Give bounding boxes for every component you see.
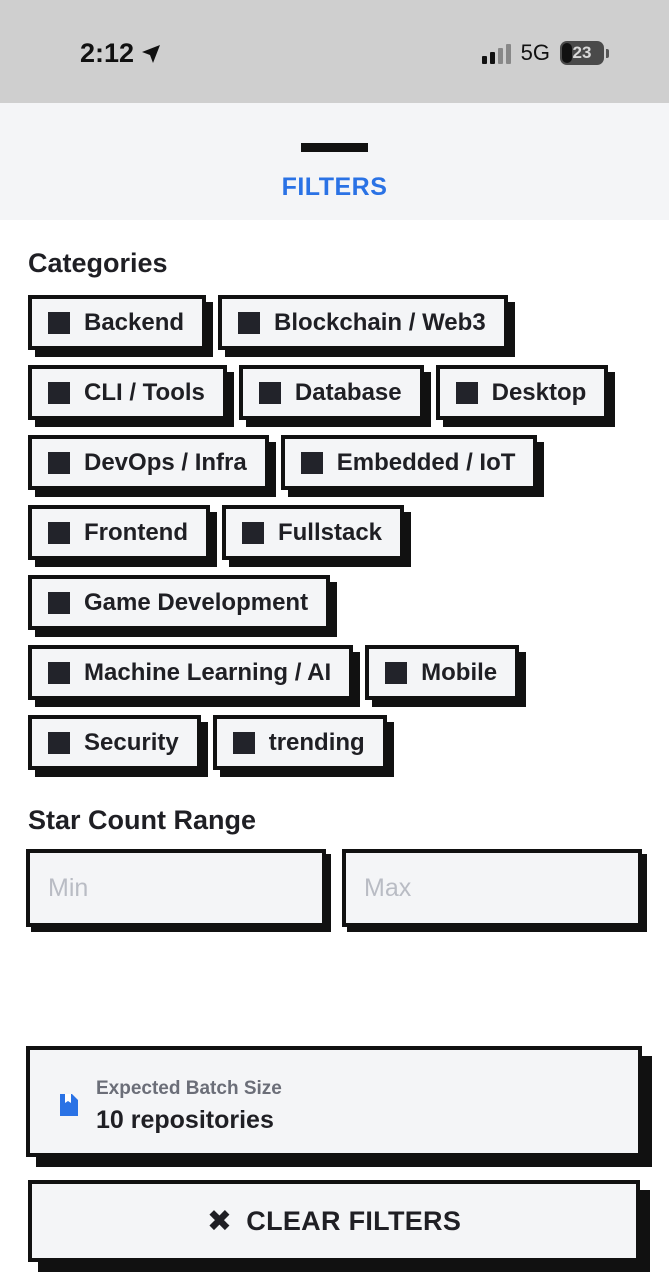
battery-level: 23 (572, 43, 592, 62)
checkbox-icon (241, 521, 264, 544)
status-time: 2:12 (80, 38, 162, 69)
network-label: 5G (520, 40, 550, 65)
checkbox-icon (385, 661, 408, 684)
chip-row: CLI / Tools Database Desktop (28, 365, 658, 420)
checkbox-icon (48, 591, 70, 614)
chip-label: Database (294, 378, 402, 406)
chip-label: Frontend (84, 518, 188, 546)
category-chip-desktop[interactable]: Desktop (435, 365, 609, 420)
battery-tip (606, 48, 609, 58)
max-stars-input[interactable]: Max (342, 849, 642, 927)
status-indicators: 5G 23 (481, 40, 609, 66)
checkbox-icon (48, 731, 70, 754)
chip-label: Blockchain / Web3 (274, 308, 486, 336)
chip-label: Game Development (84, 588, 309, 616)
location-arrow-icon (142, 44, 161, 63)
batch-size-value: 10 repositories (96, 1106, 274, 1134)
chip-label: CLI / Tools (84, 378, 205, 406)
min-stars-input[interactable]: Min (26, 849, 326, 927)
chip-row: DevOps / Infra Embedded / IoT (28, 435, 658, 490)
checkbox-icon (300, 451, 323, 474)
chip-label: Machine Learning / AI (84, 658, 332, 686)
sheet-header: FILTERS (0, 103, 669, 220)
category-chip-blockchain-web3[interactable]: Blockchain / Web3 (218, 295, 508, 350)
star-range-inputs: Min Max (26, 849, 642, 927)
checkbox-icon (455, 381, 478, 404)
batch-size-card: Expected Batch Size 10 repositories (26, 1046, 642, 1157)
close-icon: ✖ (206, 1204, 233, 1238)
chip-label: Desktop (491, 378, 587, 406)
page-title: FILTERS (281, 173, 388, 201)
chip-label: Fullstack (277, 518, 383, 546)
category-chips: Backend Blockchain / Web3 CLI / Tools Datab… (28, 295, 658, 785)
chip-row: Backend Blockchain / Web3 (28, 295, 658, 350)
chip-label: Mobile (421, 658, 498, 686)
category-chip-security[interactable]: Security (28, 715, 201, 770)
status-bar: 2:12 5G 23 (0, 0, 669, 103)
clear-filters-button[interactable]: ✖ CLEAR FILTERS (28, 1180, 640, 1262)
chip-row: Security trending (28, 715, 658, 770)
categories-title: Categories (28, 248, 168, 278)
checkbox-icon (48, 521, 70, 544)
category-chip-frontend[interactable]: Frontend (28, 505, 210, 560)
category-chip-game-development[interactable]: Game Development (28, 575, 331, 630)
battery-icon: 23 (560, 41, 604, 65)
max-placeholder: Max (364, 873, 412, 902)
time-text: 2:12 (80, 38, 135, 68)
checkbox-icon (258, 381, 281, 404)
min-placeholder: Min (48, 873, 89, 902)
category-chip-devops-infra[interactable]: DevOps / Infra (28, 435, 269, 490)
category-chip-backend[interactable]: Backend (28, 295, 207, 350)
checkbox-icon (48, 381, 70, 404)
checkbox-icon (48, 311, 70, 334)
chip-label: Security (84, 728, 179, 756)
chip-label: Embedded / IoT (336, 448, 516, 476)
checkbox-icon (232, 731, 255, 754)
category-chip-embedded-iot[interactable]: Embedded / IoT (280, 435, 538, 490)
sheet-grabber[interactable] (301, 143, 368, 152)
signal-icon (481, 42, 511, 64)
category-chip-cli-tools[interactable]: CLI / Tools (28, 365, 227, 420)
checkbox-icon (238, 311, 261, 334)
document-icon (60, 1094, 78, 1116)
star-range-title: Star Count Range (28, 805, 257, 835)
category-chip-database[interactable]: Database (238, 365, 424, 420)
category-chip-mobile[interactable]: Mobile (365, 645, 520, 700)
chip-row: Machine Learning / AI Mobile (28, 645, 658, 700)
chip-row: Game Development (28, 575, 658, 630)
checkbox-icon (48, 451, 70, 474)
category-chip-machine-learning-ai[interactable]: Machine Learning / AI (28, 645, 354, 700)
batch-size-label: Expected Batch Size (96, 1078, 282, 1099)
category-chip-fullstack[interactable]: Fullstack (221, 505, 405, 560)
chip-label: trending (268, 728, 365, 756)
chip-label: DevOps / Infra (84, 448, 247, 476)
chip-row: Frontend Fullstack (28, 505, 658, 560)
checkbox-icon (48, 661, 70, 684)
category-chip-trending[interactable]: trending (212, 715, 387, 770)
clear-filters-label: CLEAR FILTERS (246, 1205, 462, 1236)
chip-label: Backend (84, 308, 185, 336)
